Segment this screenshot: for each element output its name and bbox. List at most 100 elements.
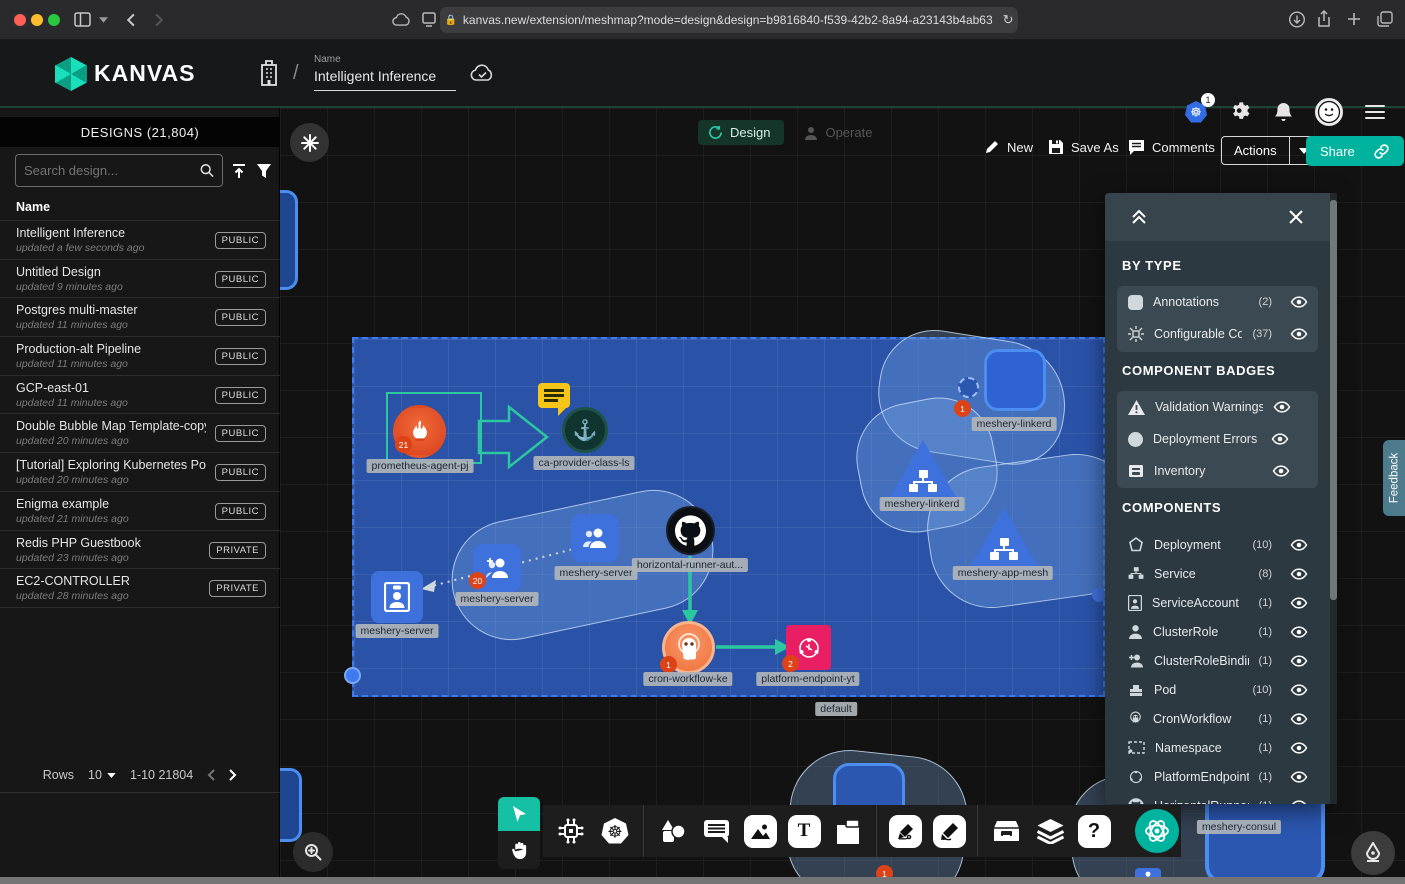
by-type-row-annotations[interactable]: Annotations (2)	[1117, 286, 1318, 318]
comments-button[interactable]: Comments	[1128, 139, 1215, 155]
meshery-server-label-2[interactable]: meshery-server	[456, 592, 539, 606]
design-row[interactable]: Production-alt Pipelineupdated 11 minute…	[0, 336, 280, 375]
design-row[interactable]: Intelligent Inferenceupdated a few secon…	[0, 220, 280, 259]
platform-endpoint-badge[interactable]: 2	[782, 655, 799, 672]
badge-row-deployment-errors[interactable]: Deployment Errors	[1117, 423, 1318, 455]
by-type-row-configurable[interactable]: Configurable Compon… (37)	[1117, 318, 1318, 350]
panel-scrollbar-thumb[interactable]	[1330, 200, 1337, 600]
linkerd-deployment-label[interactable]: meshery-linkerd	[972, 417, 1057, 431]
badge-row-inventory[interactable]: Inventory	[1117, 455, 1318, 487]
back-icon[interactable]	[126, 13, 135, 27]
pan-tool-button[interactable]	[498, 831, 540, 869]
shapes-tool-button[interactable]	[650, 809, 694, 853]
downloads-icon[interactable]	[1289, 11, 1305, 28]
meshery-server-badge[interactable]: 20	[469, 572, 486, 589]
eye-icon[interactable]	[1290, 568, 1308, 580]
column-header-name[interactable]: Name	[16, 200, 50, 214]
component-row-service[interactable]: Service (8)	[1117, 559, 1318, 588]
snap-to-grid-button[interactable]	[290, 123, 329, 162]
close-window-button[interactable]	[14, 14, 26, 26]
components-tool-button[interactable]	[549, 809, 593, 853]
eye-icon[interactable]	[1290, 655, 1308, 667]
design-row[interactable]: Postgres multi-masterupdated 11 minutes …	[0, 297, 280, 336]
eye-icon[interactable]	[1290, 626, 1308, 638]
design-row[interactable]: GCP-east-01updated 11 minutes agoPUBLIC	[0, 375, 280, 414]
zoom-button[interactable]	[293, 832, 333, 872]
minimize-window-button[interactable]	[31, 14, 43, 26]
share-page-icon[interactable]	[1317, 10, 1331, 28]
maximize-window-button[interactable]	[48, 14, 60, 26]
next-page-icon[interactable]	[229, 769, 237, 781]
filter-icon[interactable]	[256, 163, 272, 179]
eye-icon[interactable]	[1290, 328, 1308, 340]
search-input[interactable]	[24, 163, 200, 178]
ca-provider-label[interactable]: ca-provider-class-ls	[533, 456, 634, 470]
cron-workflow-badge[interactable]: 1	[660, 656, 677, 673]
eye-icon[interactable]	[1290, 684, 1308, 696]
prev-page-icon[interactable]	[207, 769, 215, 781]
namespace-label[interactable]: default	[815, 702, 857, 716]
design-row[interactable]: Enigma exampleupdated 21 minutes agoPUBL…	[0, 491, 280, 530]
kubernetes-tool-button[interactable]: ☸	[593, 809, 637, 853]
organization-icon[interactable]	[258, 60, 280, 86]
rows-per-page-select[interactable]: 10	[88, 768, 116, 782]
icloud-icon[interactable]	[392, 13, 411, 26]
github-runner-label[interactable]: horizontal-runner-aut...	[632, 558, 748, 572]
new-button[interactable]: New	[984, 139, 1033, 155]
eye-icon[interactable]	[1290, 296, 1308, 308]
eye-icon[interactable]	[1290, 800, 1308, 805]
platform-endpoint-label[interactable]: platform-endpoint-yt	[756, 672, 859, 686]
tab-overview-icon[interactable]	[1377, 11, 1393, 27]
save-as-button[interactable]: Save As	[1048, 139, 1119, 155]
design-row[interactable]: Untitled Designupdated 9 minutes agoPUBL…	[0, 259, 280, 298]
component-row-deployment[interactable]: Deployment (10)	[1117, 530, 1318, 559]
meshery-server-label-1[interactable]: meshery-server	[555, 566, 638, 580]
comment-tool-button[interactable]	[694, 809, 738, 853]
design-row[interactable]: Redis PHP Guestbookupdated 23 minutes ag…	[0, 530, 280, 569]
close-icon[interactable]	[1289, 210, 1303, 224]
pencil-tool-button[interactable]	[927, 809, 971, 853]
import-design-icon[interactable]	[231, 163, 247, 179]
component-row-clusterrole[interactable]: ClusterRole (1)	[1117, 617, 1318, 646]
marker-tool-button[interactable]	[883, 809, 927, 853]
feedback-tab[interactable]: Feedback	[1383, 440, 1405, 516]
new-tab-icon[interactable]	[1347, 12, 1361, 26]
share-button[interactable]: Share	[1306, 136, 1404, 166]
github-runner-node[interactable]	[666, 506, 715, 555]
meshery-server-label-3[interactable]: meshery-server	[356, 624, 439, 638]
design-name-input[interactable]	[314, 68, 456, 91]
layers-tool-button[interactable]	[1028, 809, 1072, 853]
eye-icon[interactable]	[1272, 465, 1290, 477]
component-row-cronworkflow[interactable]: CronWorkflow (1)	[1117, 704, 1318, 733]
sidebar-toggle-icon[interactable]	[74, 12, 91, 27]
component-row-platformendpoint[interactable]: PlatformEndpoint (1)	[1117, 762, 1318, 791]
ca-provider-node[interactable]: ⚓	[562, 407, 608, 453]
address-bar[interactable]: 🔒 kanvas.new/extension/meshmap?mode=desi…	[440, 7, 1018, 33]
meshery-consul-label[interactable]: meshery-consul	[1197, 820, 1281, 834]
cron-workflow-label[interactable]: cron-workflow-ke	[643, 672, 732, 686]
text-tool-button[interactable]: T	[782, 809, 826, 853]
eye-icon[interactable]	[1273, 401, 1291, 413]
component-row-serviceaccount[interactable]: ServiceAccount (1)	[1117, 588, 1318, 617]
badge-row-validation-warnings[interactable]: Validation Warnings	[1117, 391, 1318, 423]
meshery-server-node-1[interactable]	[571, 514, 619, 562]
eye-icon[interactable]	[1290, 539, 1308, 551]
note-tool-button[interactable]	[826, 809, 870, 853]
component-row-horizontalrunnerautoscaler[interactable]: HorizontalRunnerAutosc… (1)	[1117, 791, 1318, 804]
chevron-down-icon[interactable]	[99, 17, 108, 23]
prometheus-label[interactable]: prometheus-agent-pj	[367, 459, 474, 473]
image-tool-button[interactable]	[738, 809, 782, 853]
eye-icon[interactable]	[1271, 433, 1289, 445]
design-row[interactable]: [Tutorial] Exploring Kubernetes Podupdat…	[0, 452, 280, 491]
prometheus-badge[interactable]: 21	[395, 436, 412, 453]
component-row-pod[interactable]: Pod (10)	[1117, 675, 1318, 704]
eye-icon[interactable]	[1290, 771, 1308, 783]
linkerd-service-label[interactable]: meshery-linkerd	[880, 497, 965, 511]
design-row[interactable]: Double Bubble Map Template-copyupdated 2…	[0, 413, 280, 452]
select-tool-button[interactable]	[498, 797, 540, 831]
eye-icon[interactable]	[1290, 742, 1308, 754]
meshery-logo-button[interactable]	[1135, 809, 1179, 853]
forward-icon[interactable]	[155, 13, 164, 27]
eye-icon[interactable]	[1290, 713, 1308, 725]
drawer-tool-button[interactable]	[984, 809, 1028, 853]
